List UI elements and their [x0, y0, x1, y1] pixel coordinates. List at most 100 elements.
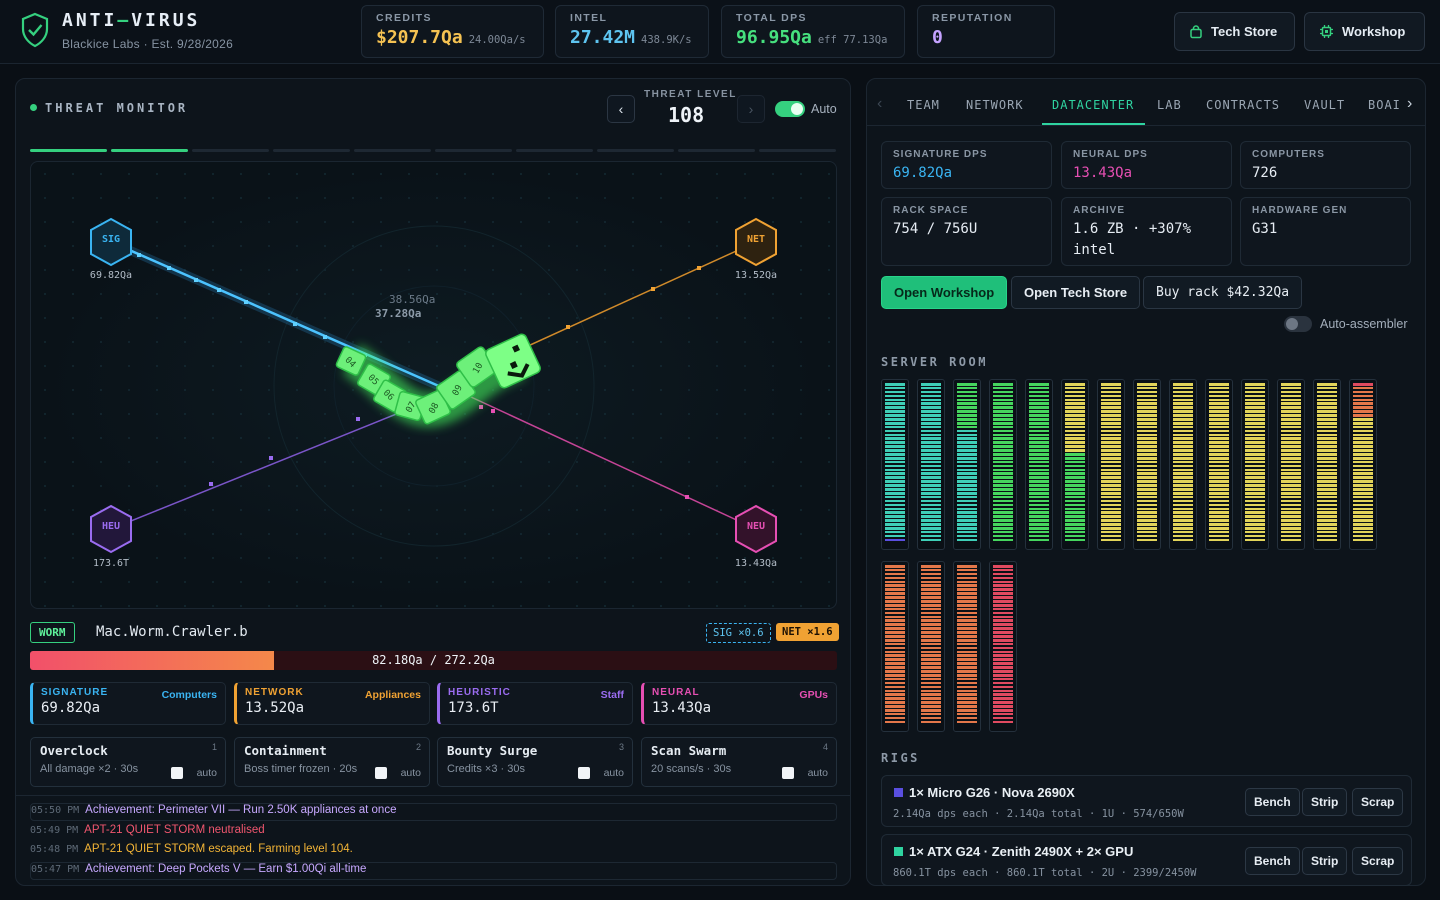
rack-unit [921, 523, 941, 526]
rack-unit [993, 689, 1013, 693]
server-rack[interactable] [1349, 379, 1377, 550]
rack-unit [1209, 507, 1229, 511]
rack-unit [1245, 495, 1265, 499]
rig-row[interactable]: 1× Micro G26 · Nova 2690X 2.14Qa dps eac… [881, 775, 1412, 827]
strip-button[interactable]: Strip [1302, 847, 1348, 875]
strip-button[interactable]: Strip [1302, 788, 1348, 816]
server-rack[interactable] [917, 561, 945, 732]
threat-next-button[interactable]: › [737, 95, 765, 123]
server-rack[interactable] [953, 561, 981, 732]
open-workshop-button[interactable]: Open Workshop [881, 276, 1008, 309]
auto-checkbox[interactable]: auto [374, 767, 421, 779]
server-rack[interactable] [989, 379, 1017, 550]
chevron-right-icon[interactable]: › [1407, 95, 1412, 113]
ability-bounty-surge[interactable]: Bounty Surge 3 Credits ×3 · 30s auto [437, 737, 633, 787]
rack-unit [993, 631, 1013, 634]
rack-unit [1281, 511, 1301, 514]
rack-unit [1173, 530, 1193, 534]
buy-rack-button[interactable]: Buy rack $42.32Qa [1143, 276, 1303, 309]
tab-contracts[interactable]: CONTRACTS [1206, 98, 1280, 112]
server-rack[interactable] [881, 561, 909, 732]
rack-unit [957, 685, 977, 689]
rack-unit [1317, 526, 1337, 530]
server-rack[interactable] [1169, 379, 1197, 550]
rack-unit [885, 398, 905, 402]
tab-team[interactable]: TEAM [907, 98, 940, 112]
rack-unit [1209, 519, 1229, 522]
rack-unit [1137, 410, 1157, 413]
rack-unit [1137, 484, 1157, 487]
rack-unit [1101, 414, 1121, 417]
server-rack[interactable] [1277, 379, 1305, 550]
auto-checkbox[interactable]: auto [170, 767, 217, 779]
tab-lab[interactable]: LAB [1157, 98, 1182, 112]
tab-boai[interactable]: BOAI [1368, 98, 1401, 112]
workshop-button[interactable]: Workshop [1304, 12, 1425, 51]
server-rack[interactable] [1097, 379, 1125, 550]
rack-unit [1317, 523, 1337, 526]
log-entry: 05:48 PM APT-21 QUIET STORM escaped. Farm… [30, 843, 353, 855]
auto-checkbox[interactable]: auto [577, 767, 624, 779]
rack-unit [1101, 511, 1121, 514]
rack-unit [1245, 394, 1265, 398]
rack-unit [1065, 519, 1085, 522]
chevron-left-icon[interactable]: ‹ [877, 95, 882, 113]
server-rack[interactable] [1241, 379, 1269, 550]
tab-vault[interactable]: VAULT [1304, 98, 1345, 112]
threat-prev-button[interactable]: ‹ [607, 95, 635, 123]
rack-unit [993, 453, 1013, 456]
threat-monitor-panel: THREAT MONITOR ‹ THREAT LEVEL 108 › Auto [15, 78, 851, 886]
tech-store-button[interactable]: Tech Store [1174, 12, 1295, 51]
bench-button[interactable]: Bench [1245, 847, 1300, 875]
worm-health-bar: 82.18Qa / 272.2Qa [30, 651, 837, 670]
rack-unit [957, 511, 977, 514]
server-rack[interactable] [953, 379, 981, 550]
server-rack[interactable] [1133, 379, 1161, 550]
rack-unit [993, 402, 1013, 406]
server-rack[interactable] [1061, 379, 1089, 550]
rack-unit [1173, 449, 1193, 452]
server-rack[interactable] [917, 379, 945, 550]
rack-unit [1353, 383, 1373, 386]
ability-scan-swarm[interactable]: Scan Swarm 4 20 scans/s · 30s auto [641, 737, 837, 787]
tab-datacenter[interactable]: DATACENTER [1052, 98, 1134, 112]
auto-toggle[interactable] [775, 101, 805, 117]
server-rack[interactable] [1313, 379, 1341, 550]
rack-unit [1065, 484, 1085, 487]
bench-button[interactable]: Bench [1245, 788, 1300, 816]
chevron-right-icon: › [748, 101, 754, 117]
rack-unit [1353, 503, 1373, 507]
rack-unit [1281, 538, 1301, 542]
rack-unit [993, 666, 1013, 669]
server-rack[interactable] [1025, 379, 1053, 550]
rack-unit [1101, 402, 1121, 406]
ability-containment[interactable]: Containment 2 Boss timer frozen · 20s aut… [234, 737, 430, 787]
rack-unit [1317, 410, 1337, 413]
scrap-button[interactable]: Scrap [1352, 788, 1404, 816]
net-node: NET [734, 217, 778, 267]
rack-unit [921, 654, 941, 658]
rack-unit [1065, 383, 1085, 386]
rack-unit [993, 491, 1013, 495]
tab-network[interactable]: NETWORK [966, 98, 1024, 112]
rack-unit [1101, 445, 1121, 448]
scrap-button[interactable]: Scrap [1352, 847, 1404, 875]
server-rack[interactable] [989, 561, 1017, 732]
rack-unit [957, 460, 977, 464]
auto-checkbox[interactable]: auto [781, 767, 828, 779]
open-tech-store-button[interactable]: Open Tech Store [1011, 276, 1141, 309]
rack-unit [1101, 437, 1121, 441]
rig-row[interactable]: 1× ATX G24 · Zenith 2490X + 2× GPU 860.1… [881, 834, 1412, 886]
server-rack[interactable] [881, 379, 909, 550]
rack-unit [1065, 414, 1085, 417]
auto-assembler-toggle[interactable] [1284, 316, 1312, 332]
ability-overclock[interactable]: Overclock 1 All damage ×2 · 30s auto [30, 737, 226, 787]
rack-unit [921, 421, 941, 425]
rack-unit [993, 515, 1013, 518]
rack-unit [993, 681, 1013, 685]
rack-unit [1173, 515, 1193, 518]
server-rack[interactable] [1205, 379, 1233, 550]
rack-unit [1209, 383, 1229, 386]
rack-unit [1245, 534, 1265, 538]
rack-unit [957, 464, 977, 468]
